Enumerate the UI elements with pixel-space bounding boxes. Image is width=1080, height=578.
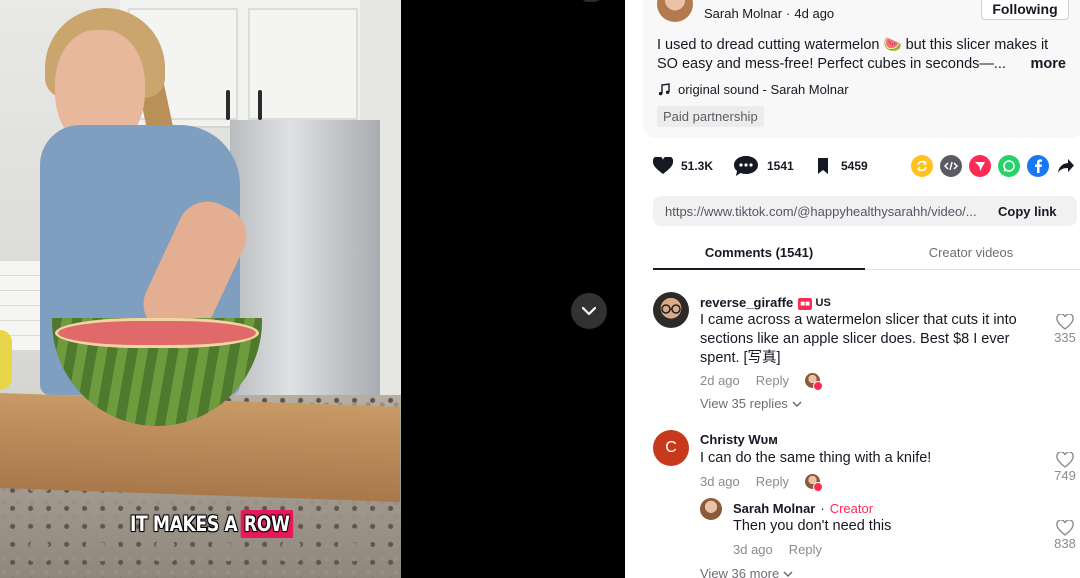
comment-like-count: 335 bbox=[1054, 330, 1076, 345]
commenter-name[interactable]: Christy Wᴜᴍ bbox=[700, 432, 778, 447]
repost-icon[interactable] bbox=[911, 155, 933, 177]
like-count: 51.3K bbox=[681, 159, 714, 173]
video-player[interactable]: IT MAKES A ROW bbox=[0, 0, 625, 578]
copy-link-button[interactable]: Copy link bbox=[998, 204, 1057, 219]
fridge bbox=[230, 120, 380, 420]
commenter-avatar[interactable]: C bbox=[653, 430, 689, 466]
glasses-icon bbox=[661, 304, 681, 314]
comment-like-button[interactable]: 335 bbox=[1050, 314, 1080, 345]
reply-button[interactable]: Reply bbox=[756, 474, 789, 489]
following-button[interactable]: Following bbox=[981, 0, 1069, 20]
chevron-down-icon bbox=[581, 306, 597, 316]
reply-button[interactable]: Reply bbox=[756, 373, 789, 388]
comment-item: C Christy Wᴜᴍ I can do the same thing wi… bbox=[653, 430, 1080, 578]
reply-author[interactable]: Sarah Molnar · Creator bbox=[733, 501, 873, 516]
commenter-avatar[interactable] bbox=[653, 292, 689, 328]
video-description: I used to dread cutting watermelon 🍉 but… bbox=[657, 37, 1066, 74]
comment-icon bbox=[734, 156, 758, 176]
reply-like-button[interactable]: 838 bbox=[1050, 520, 1080, 551]
comment-meta: 2d ago Reply bbox=[700, 373, 824, 391]
paid-partnership-tag: Paid partnership bbox=[657, 106, 764, 127]
heart-outline-icon bbox=[1056, 520, 1074, 536]
commenter-name[interactable]: reverse_giraffe ■■ US bbox=[700, 294, 831, 310]
creator-liked-icon bbox=[805, 373, 824, 391]
facebook-icon[interactable] bbox=[1027, 155, 1049, 177]
video-caption: IT MAKES A ROW bbox=[130, 506, 293, 542]
share-link-url[interactable]: https://www.tiktok.com/@happyhealthysara… bbox=[653, 204, 988, 219]
send-icon[interactable] bbox=[969, 155, 991, 177]
whatsapp-icon[interactable] bbox=[998, 155, 1020, 177]
creator-tag: Creator bbox=[829, 501, 874, 516]
comment-button[interactable]: 1541 bbox=[733, 152, 794, 180]
view-replies-button[interactable]: View 35 replies bbox=[700, 396, 802, 411]
side-panel: Sarah Molnar · 4d ago Following I used to … bbox=[625, 0, 1080, 578]
sound-label: original sound - Sarah Molnar bbox=[678, 82, 849, 97]
reply-time: 3d ago bbox=[733, 542, 773, 557]
comment-like-count: 749 bbox=[1054, 468, 1076, 483]
view-more-replies-button[interactable]: View 36 more bbox=[700, 566, 793, 578]
caption-highlight: ROW bbox=[240, 510, 293, 538]
heart-icon bbox=[653, 157, 673, 174]
share-arrow-icon[interactable] bbox=[1055, 155, 1077, 177]
video-frame[interactable]: IT MAKES A ROW bbox=[0, 0, 401, 578]
reply-meta: 3d ago Reply bbox=[733, 542, 822, 557]
save-count: 5459 bbox=[841, 159, 868, 173]
reply-button[interactable]: Reply bbox=[789, 542, 822, 557]
like-button[interactable]: 51.3K bbox=[653, 152, 713, 180]
reply-text: Then you don't need this bbox=[733, 518, 892, 534]
comment-text: I can do the same thing with a knife! bbox=[700, 450, 932, 466]
comment-text: I came across a watermelon slicer that c… bbox=[700, 312, 1017, 366]
tab-creator-videos[interactable]: Creator videos bbox=[865, 238, 1077, 270]
top-control bbox=[580, 0, 602, 2]
flag-icon: ■■ bbox=[798, 298, 812, 310]
comment-time: 2d ago bbox=[700, 373, 740, 388]
comment-item: reverse_giraffe ■■ US I came across a wa… bbox=[653, 292, 1080, 422]
comment-count: 1541 bbox=[767, 159, 794, 173]
heart-outline-icon bbox=[1056, 452, 1074, 468]
share-link-box: https://www.tiktok.com/@happyhealthysara… bbox=[653, 196, 1077, 226]
post-time: 4d ago bbox=[794, 6, 835, 21]
more-link[interactable]: more bbox=[1024, 55, 1066, 74]
reply-avatar[interactable] bbox=[700, 498, 722, 520]
author-meta: Sarah Molnar · 4d ago bbox=[704, 6, 835, 21]
comment-like-button[interactable]: 749 bbox=[1050, 452, 1080, 483]
bookmark-icon bbox=[818, 158, 828, 174]
music-note-icon bbox=[658, 83, 670, 96]
chevron-down-icon bbox=[792, 400, 802, 407]
comment-meta: 3d ago Reply bbox=[700, 474, 824, 492]
action-bar: 51.3K 1541 5459 bbox=[653, 152, 1078, 182]
save-button[interactable]: 5459 bbox=[813, 152, 868, 180]
chevron-down-icon bbox=[783, 570, 793, 577]
next-video-button[interactable] bbox=[571, 293, 607, 329]
panel-tabs: Comments (1541) Creator videos bbox=[653, 238, 1080, 270]
sound-link[interactable]: original sound - Sarah Molnar bbox=[658, 82, 849, 97]
tab-comments[interactable]: Comments (1541) bbox=[653, 238, 865, 270]
creator-liked-icon bbox=[805, 474, 824, 492]
heart-outline-icon bbox=[1056, 314, 1074, 330]
embed-icon[interactable] bbox=[940, 155, 962, 177]
region-badge: ■■ US bbox=[798, 297, 831, 310]
reply-like-count: 838 bbox=[1054, 536, 1076, 551]
comment-time: 3d ago bbox=[700, 474, 740, 489]
author-name[interactable]: Sarah Molnar bbox=[704, 6, 782, 21]
